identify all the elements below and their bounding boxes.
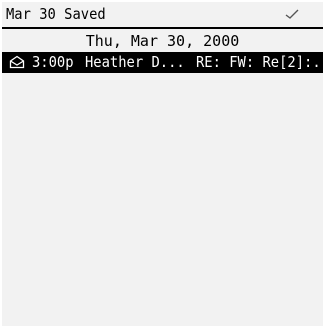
date-header: Thu, Mar 30, 2000 [85,32,240,50]
message-list-screen: Mar 30 Saved Thu, Mar 30, 2000 3:00p Hea… [2,2,323,326]
check-icon [285,9,299,19]
message-time: 3:00p [32,53,74,71]
message-sender: Heather D... [85,53,185,71]
title-divider [2,27,323,29]
message-subject: RE: FW: Re[2]:.. [196,53,323,71]
title-bar: Mar 30 Saved [2,2,323,26]
message-row-selected[interactable]: 3:00p Heather D... RE: FW: Re[2]:.. [2,52,323,73]
envelope-icon [9,55,25,69]
title-text: Mar 30 Saved [6,5,106,23]
